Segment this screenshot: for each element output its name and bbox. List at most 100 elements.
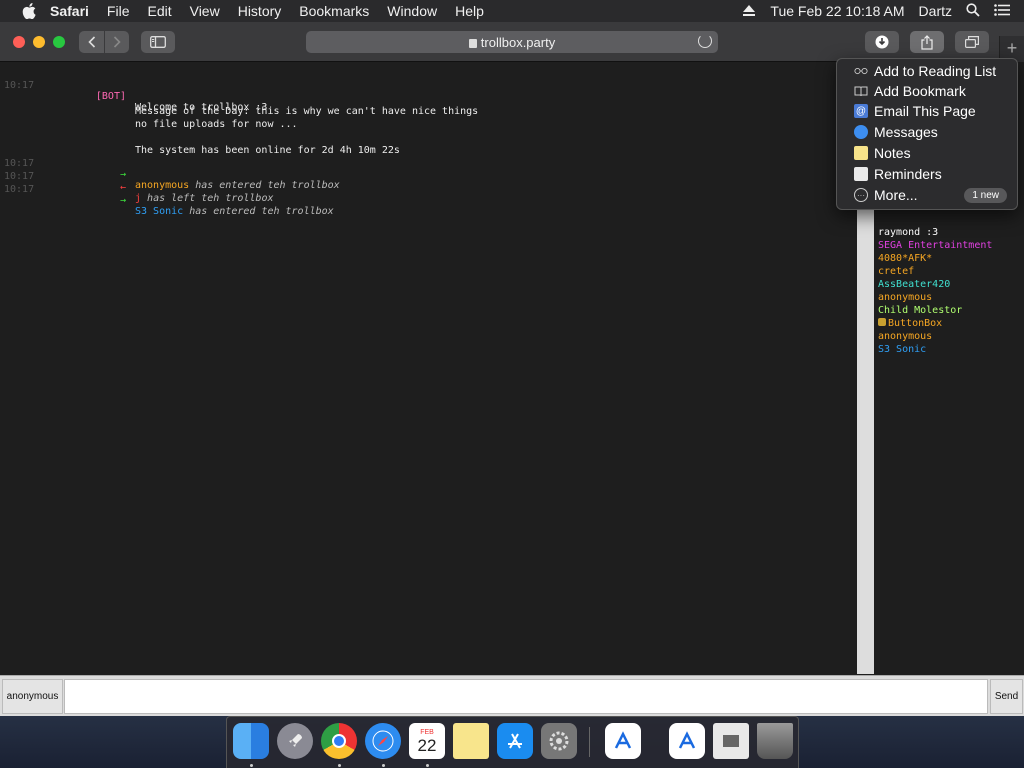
chat-message: no file uploads for now ... (135, 119, 298, 130)
downloads-button[interactable] (865, 31, 899, 53)
menu-item-label: More... (874, 187, 918, 203)
menu-item-reading-list[interactable]: Add to Reading List (837, 61, 1017, 81)
preview-document-icon[interactable] (713, 723, 749, 759)
user-list-item[interactable]: raymond :3 (878, 227, 938, 238)
user-name[interactable]: Dartz (919, 3, 952, 19)
chat-line: 10:17 → anonymous has entered teh trollb… (0, 147, 857, 191)
window-minimize-button[interactable] (33, 36, 45, 48)
chevron-right-icon (113, 36, 121, 48)
chat-line: 10:17 → S3 Sonic has entered teh trollbo… (0, 173, 857, 217)
back-button[interactable] (79, 31, 104, 53)
chat-line: Message of the Day: this is why we can't… (0, 95, 857, 117)
share-menu: Add to Reading List Add Bookmark @ Email… (836, 58, 1018, 210)
menu-file[interactable]: File (107, 0, 130, 22)
user-list-item[interactable]: S3 Sonic (878, 344, 926, 355)
glasses-icon (854, 64, 868, 78)
running-indicator (250, 764, 253, 767)
xcode-icon[interactable] (669, 723, 705, 759)
book-icon (854, 84, 868, 98)
share-icon (921, 34, 933, 50)
user-list-item[interactable]: 4080*AFK* (878, 253, 932, 264)
user-list-item[interactable]: anonymous (878, 292, 932, 303)
message-input[interactable] (64, 679, 988, 714)
menu-item-label: Add to Reading List (874, 63, 997, 79)
menu-window[interactable]: Window (387, 0, 437, 22)
menu-item-notes[interactable]: Notes (837, 143, 1017, 163)
dock: FEB 22 (226, 716, 799, 768)
more-icon: ··· (854, 188, 868, 202)
menu-view[interactable]: View (190, 0, 220, 22)
safari-toolbar: trollbox.party + (0, 22, 1024, 62)
new-badge: 1 new (964, 188, 1007, 203)
user-nick[interactable]: S3 Sonic (135, 206, 183, 217)
user-list-item[interactable]: cretef (878, 266, 914, 277)
sidebar-button[interactable] (141, 31, 175, 53)
menu-help[interactable]: Help (455, 0, 484, 22)
menu-item-label: Email This Page (874, 103, 976, 119)
url-text: trollbox.party (480, 34, 556, 50)
menu-item-reminders[interactable]: Reminders (837, 164, 1017, 184)
chat-line: 10:17 ← j has left teh trollbox (0, 160, 857, 204)
calendar-icon[interactable]: FEB 22 (409, 723, 445, 759)
tabs-icon (965, 36, 979, 48)
lock-icon (468, 38, 477, 48)
user-list-item[interactable]: SEGA Entertaintment (878, 240, 992, 251)
chat-line: no file uploads for now ... (0, 108, 857, 130)
menu-item-messages[interactable]: Messages (837, 122, 1017, 142)
forward-button[interactable] (104, 31, 129, 53)
mail-icon: @ (854, 104, 868, 118)
user-list-item[interactable]: Child Molestor (878, 305, 962, 316)
lock-icon (878, 318, 886, 326)
app-store-icon[interactable] (497, 723, 533, 759)
sidebar-icon (150, 36, 166, 48)
chrome-icon[interactable] (321, 723, 357, 759)
calendar-day: 22 (417, 735, 437, 755)
safari-icon[interactable] (365, 723, 401, 759)
chevron-left-icon (87, 36, 95, 48)
chat-line: The system has been online for 2d 4h 10m… (0, 134, 857, 156)
launchpad-icon[interactable] (277, 723, 313, 759)
menu-item-label: Messages (874, 124, 938, 140)
user-list-item[interactable]: ButtonBox (878, 318, 942, 329)
window-zoom-button[interactable] (53, 36, 65, 48)
menu-edit[interactable]: Edit (147, 0, 171, 22)
menu-item-more[interactable]: ··· More... 1 new (837, 185, 1017, 205)
running-indicator (426, 764, 429, 767)
nick-button[interactable]: anonymous (2, 679, 63, 714)
menu-history[interactable]: History (238, 0, 282, 22)
menu-safari[interactable]: Safari (50, 0, 89, 22)
eject-icon[interactable] (742, 5, 756, 17)
system-preferences-icon[interactable] (541, 723, 577, 759)
clock[interactable]: Tue Feb 22 10:18 AM (770, 3, 904, 19)
input-bar: anonymous Send (0, 675, 1024, 716)
address-bar[interactable]: trollbox.party (306, 31, 718, 53)
share-button[interactable] (910, 31, 944, 53)
window-close-button[interactable] (13, 36, 25, 48)
reload-icon[interactable] (698, 34, 712, 48)
menu-bar: Safari File Edit View History Bookmarks … (0, 0, 1024, 22)
spotlight-icon[interactable] (966, 2, 980, 20)
notification-center-icon[interactable] (994, 3, 1010, 19)
menu-item-add-bookmark[interactable]: Add Bookmark (837, 81, 1017, 101)
reminders-icon (854, 167, 868, 181)
user-list-item[interactable]: AssBeater420 (878, 279, 950, 290)
nav-buttons (79, 31, 129, 53)
join-text: has entered teh trollbox (183, 206, 334, 217)
timestamp: 10:17 (4, 80, 35, 91)
trash-icon[interactable] (757, 723, 793, 759)
xcode-icon[interactable] (605, 723, 641, 759)
menu-bookmarks[interactable]: Bookmarks (299, 0, 369, 22)
chat-line: 10:17 [BOT] Welcome to trollbox :3 (0, 69, 857, 113)
apple-icon[interactable] (20, 0, 38, 22)
download-icon (875, 35, 889, 49)
notes-app-icon[interactable] (453, 723, 489, 759)
menu-item-label: Add Bookmark (874, 83, 966, 99)
user-list-item[interactable]: anonymous (878, 331, 932, 342)
user-name: ButtonBox (888, 318, 943, 329)
send-button[interactable]: Send (990, 679, 1023, 714)
finder-icon[interactable] (233, 723, 269, 759)
menu-item-label: Notes (874, 145, 911, 161)
tab-overview-button[interactable] (955, 31, 989, 53)
menu-item-email-page[interactable]: @ Email This Page (837, 101, 1017, 121)
timestamp: 10:17 (4, 184, 35, 195)
